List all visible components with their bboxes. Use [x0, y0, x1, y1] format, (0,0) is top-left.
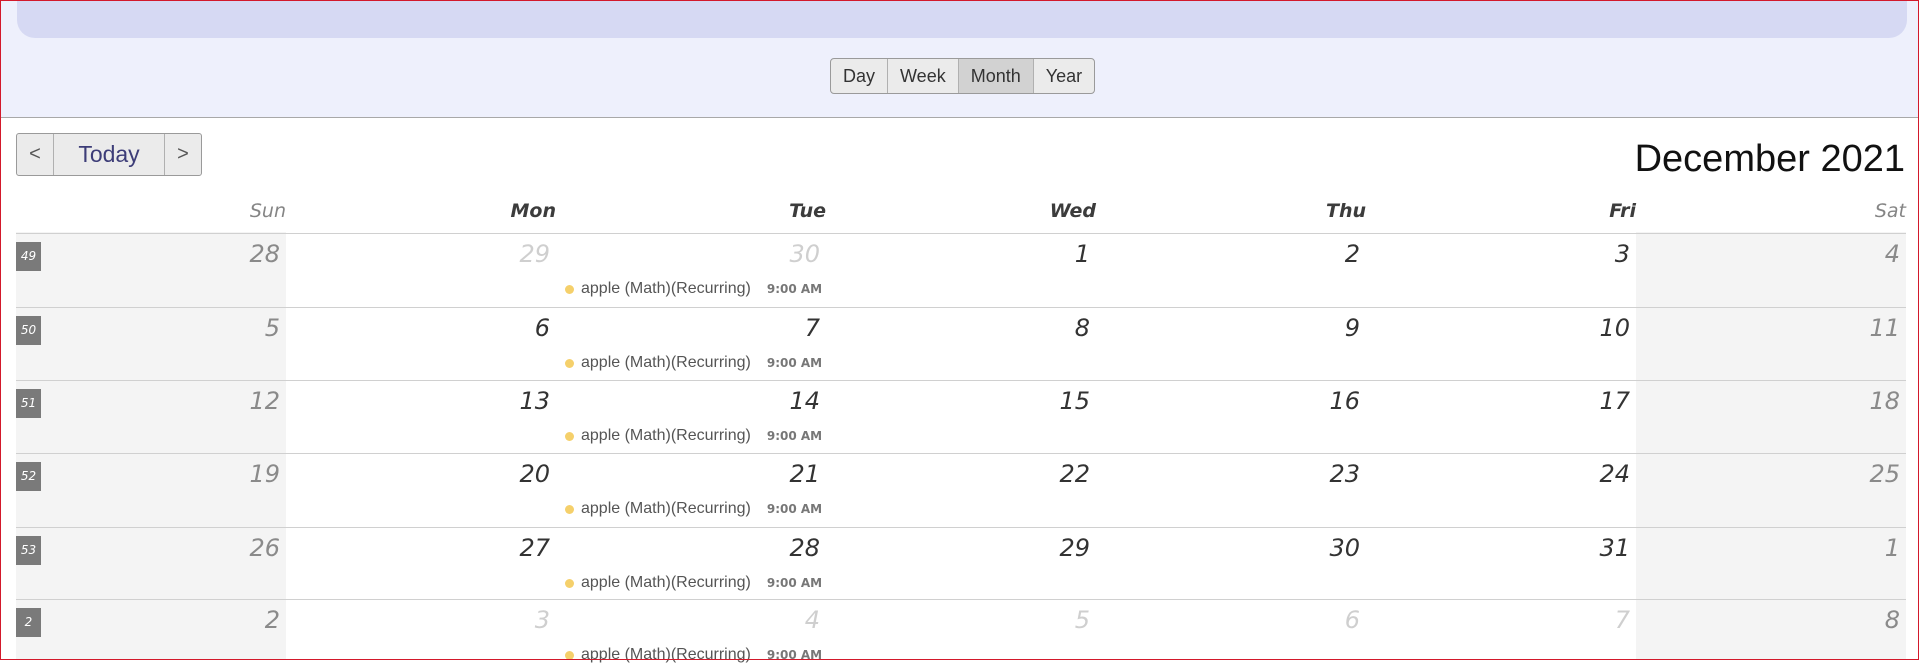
day-number[interactable]: 9: [1090, 314, 1360, 342]
day-number[interactable]: 1: [820, 240, 1090, 268]
calendar-event[interactable]: apple (Math)(Recurring) 9:00 AM: [565, 354, 822, 372]
dow-header-fri: Fri: [1609, 200, 1636, 222]
week-row: 2 2 3 4 5 6 7 8 apple (Math)(Recurring) 9:00 AM: [16, 599, 1906, 664]
day-number[interactable]: 7: [1360, 606, 1630, 634]
event-time: 9:00 AM: [766, 502, 823, 516]
day-number[interactable]: 12: [10, 387, 280, 415]
day-number[interactable]: 5: [10, 314, 280, 342]
day-number[interactable]: 25: [1630, 460, 1900, 488]
event-color-dot: [565, 578, 574, 588]
day-number[interactable]: 1: [1630, 534, 1900, 562]
day-number[interactable]: 23: [1090, 460, 1360, 488]
day-number[interactable]: 16: [1090, 387, 1360, 415]
day-number[interactable]: 6: [280, 314, 550, 342]
day-number[interactable]: 8: [820, 314, 1090, 342]
day-number[interactable]: 20: [280, 460, 550, 488]
day-number[interactable]: 10: [1360, 314, 1630, 342]
date-navigation: < Today >: [16, 133, 202, 176]
dow-header-sat: Sat: [1874, 200, 1906, 222]
week-row: 50 5 6 7 8 9 10 11 apple (Math)(Recurring) 9:00 A…: [16, 307, 1906, 380]
day-number[interactable]: 8: [1630, 606, 1900, 634]
view-year-button[interactable]: Year: [1032, 59, 1094, 93]
day-number[interactable]: 24: [1360, 460, 1630, 488]
day-number[interactable]: 21: [550, 460, 820, 488]
event-title: apple (Math)(Recurring): [581, 574, 751, 591]
day-number[interactable]: 2: [10, 606, 280, 634]
day-number[interactable]: 7: [550, 314, 820, 342]
day-number[interactable]: 17: [1360, 387, 1630, 415]
header-banner: [17, 1, 1907, 38]
event-time: 9:00 AM: [766, 282, 823, 296]
day-number[interactable]: 4: [1630, 240, 1900, 268]
day-number[interactable]: 28: [10, 240, 280, 268]
week-row: 51 12 13 14 15 16 17 18 apple (Math)(Recurring) 9…: [16, 380, 1906, 453]
week-row: 52 19 20 21 22 23 24 25 apple (Math)(Recurring) 9…: [16, 453, 1906, 527]
day-number[interactable]: 29: [280, 240, 550, 268]
event-title: apple (Math)(Recurring): [581, 427, 751, 444]
week-row: 53 26 27 28 29 30 31 1 apple (Math)(Recurring) 9:…: [16, 527, 1906, 599]
day-number[interactable]: 30: [1090, 534, 1360, 562]
event-time: 9:00 AM: [766, 356, 823, 370]
month-title: December 2021: [1634, 138, 1905, 180]
calendar-event[interactable]: apple (Math)(Recurring) 9:00 AM: [565, 646, 822, 664]
day-number[interactable]: 5: [820, 606, 1090, 634]
prev-month-button[interactable]: <: [17, 134, 53, 175]
next-month-button[interactable]: >: [164, 134, 201, 175]
calendar-event[interactable]: apple (Math)(Recurring) 9:00 AM: [565, 280, 822, 298]
day-number[interactable]: 6: [1090, 606, 1360, 634]
day-number[interactable]: 28: [550, 534, 820, 562]
day-number[interactable]: 14: [550, 387, 820, 415]
day-number[interactable]: 29: [820, 534, 1090, 562]
day-number[interactable]: 3: [1360, 240, 1630, 268]
event-time: 9:00 AM: [766, 429, 823, 443]
event-title: apple (Math)(Recurring): [581, 354, 751, 371]
day-number[interactable]: 3: [280, 606, 550, 634]
day-number[interactable]: 11: [1630, 314, 1900, 342]
view-week-button[interactable]: Week: [887, 59, 958, 93]
event-color-dot: [565, 284, 574, 294]
event-color-dot: [565, 650, 574, 660]
day-number[interactable]: 30: [550, 240, 820, 268]
day-number[interactable]: 4: [550, 606, 820, 634]
event-time: 9:00 AM: [766, 576, 823, 590]
view-month-button[interactable]: Month: [957, 59, 1033, 93]
calendar-event[interactable]: apple (Math)(Recurring) 9:00 AM: [565, 427, 822, 445]
calendar-event[interactable]: apple (Math)(Recurring) 9:00 AM: [565, 574, 822, 592]
day-number[interactable]: 19: [10, 460, 280, 488]
calendar-event[interactable]: apple (Math)(Recurring) 9:00 AM: [565, 500, 822, 518]
day-number[interactable]: 15: [820, 387, 1090, 415]
event-title: apple (Math)(Recurring): [581, 500, 751, 517]
day-number[interactable]: 13: [280, 387, 550, 415]
day-number[interactable]: 26: [10, 534, 280, 562]
today-button[interactable]: Today: [53, 134, 164, 175]
dow-header-tue: Tue: [789, 200, 826, 222]
dow-header-sun: Sun: [249, 200, 286, 222]
week-row: 49 28 29 30 1 2 3 4 apple (Math)(Recurring) 9:00 …: [16, 233, 1906, 307]
event-color-dot: [565, 358, 574, 368]
dow-header-mon: Mon: [510, 200, 557, 222]
event-title: apple (Math)(Recurring): [581, 646, 751, 663]
dow-header-wed: Wed: [1049, 200, 1096, 222]
view-switcher: Day Week Month Year: [830, 58, 1096, 94]
dow-header-thu: Thu: [1325, 200, 1366, 222]
day-number[interactable]: 18: [1630, 387, 1900, 415]
view-day-button[interactable]: Day: [831, 59, 887, 93]
day-number[interactable]: 22: [820, 460, 1090, 488]
day-number[interactable]: 27: [280, 534, 550, 562]
event-color-dot: [565, 431, 574, 441]
event-title: apple (Math)(Recurring): [581, 280, 751, 297]
event-color-dot: [565, 504, 574, 514]
day-number[interactable]: 2: [1090, 240, 1360, 268]
day-number[interactable]: 31: [1360, 534, 1630, 562]
